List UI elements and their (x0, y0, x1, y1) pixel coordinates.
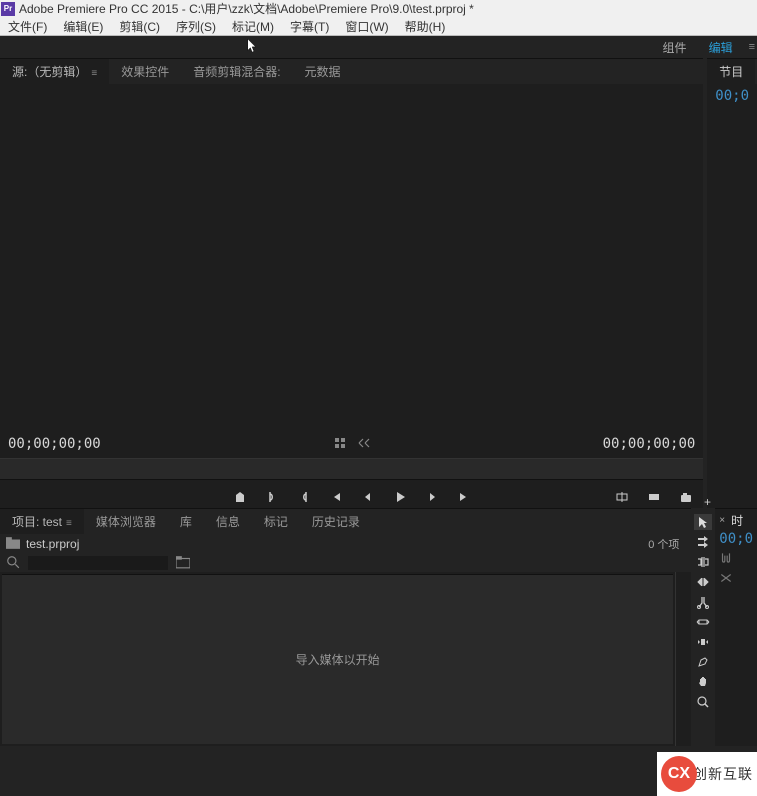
tools-panel (691, 508, 715, 746)
tab-audio-clip-mixer[interactable]: 音频剪辑混合器: (181, 59, 292, 84)
program-timecode[interactable]: 00;0 (711, 80, 753, 112)
search-icon[interactable] (6, 555, 20, 572)
tab-info[interactable]: 信息 (204, 509, 252, 534)
menu-help[interactable]: 帮助(H) (399, 17, 452, 36)
ripple-edit-tool-icon[interactable] (694, 554, 712, 570)
razor-tool-icon[interactable] (694, 594, 712, 610)
menu-sequence[interactable]: 序列(S) (170, 17, 222, 36)
item-count: 0 个项 (648, 536, 679, 552)
source-timecode-row: 00;00;00;00 00;00;00;00 (0, 430, 703, 458)
source-timecode-left[interactable]: 00;00;00;00 (8, 436, 101, 452)
source-monitor-panel: 源:（无剪辑）≡ 效果控件 音频剪辑混合器: 元数据 00;00;00;00 0… (0, 58, 703, 508)
watermark-logo-icon: CX (661, 756, 697, 792)
mark-out-icon[interactable] (297, 490, 311, 504)
program-monitor-panel: 节目 00;0 (707, 58, 757, 508)
step-back-icon[interactable] (361, 490, 375, 504)
linked-selection-icon[interactable] (719, 571, 753, 588)
menu-title[interactable]: 字幕(T) (284, 17, 335, 36)
rate-stretch-tool-icon[interactable] (694, 574, 712, 590)
timeline-timecode[interactable]: 00;0 (715, 529, 757, 549)
watermark: CX 创新互联 (657, 752, 757, 796)
insert-icon[interactable] (615, 490, 629, 504)
slip-tool-icon[interactable] (694, 614, 712, 630)
overwrite-icon[interactable] (647, 490, 661, 504)
settings-icon[interactable] (357, 436, 371, 453)
menu-window[interactable]: 窗口(W) (339, 17, 394, 36)
project-filename: test.prproj (26, 537, 79, 551)
source-scrubber[interactable] (0, 458, 703, 480)
hand-tool-icon[interactable] (694, 674, 712, 690)
slide-tool-icon[interactable] (694, 634, 712, 650)
source-transport (0, 480, 703, 508)
tab-markers[interactable]: 标记 (252, 509, 300, 534)
workspace-item-editing[interactable]: 编辑 (703, 37, 739, 58)
project-header: test.prproj 0 个项 (0, 534, 691, 554)
menu-file[interactable]: 文件(F) (2, 17, 53, 36)
bin-icon (6, 536, 20, 553)
new-bin-icon[interactable] (176, 555, 190, 572)
tab-metadata[interactable]: 元数据 (293, 59, 353, 84)
tab-program[interactable]: 节目 (707, 59, 755, 84)
workspace-bar: 组件 编辑 ≡ (0, 36, 757, 58)
timeline-panel: × 时 00;0 (715, 508, 757, 746)
source-tab-row: 源:（无剪辑）≡ 效果控件 音频剪辑混合器: 元数据 (0, 59, 703, 84)
workspace-menu-icon[interactable]: ≡ (749, 41, 755, 53)
mark-in-icon[interactable] (265, 490, 279, 504)
project-tab-row: 项目: test≡ 媒体浏览器 库 信息 标记 历史记录 (0, 509, 691, 534)
add-marker-icon[interactable] (233, 490, 247, 504)
lower-area: 项目: test≡ 媒体浏览器 库 信息 标记 历史记录 test.prproj… (0, 508, 757, 746)
selection-tool-icon[interactable] (694, 514, 712, 530)
add-button-icon[interactable]: + (704, 495, 711, 509)
step-forward-icon[interactable] (425, 490, 439, 504)
fit-icon[interactable] (333, 436, 347, 453)
snap-icon[interactable] (719, 551, 753, 568)
mouse-cursor-icon (246, 39, 260, 56)
project-search-row (0, 554, 691, 572)
import-media-hint: 导入媒体以开始 (296, 651, 380, 668)
tab-project[interactable]: 项目: test≡ (0, 509, 84, 534)
source-timecode-right[interactable]: 00;00;00;00 (603, 436, 696, 452)
tab-effect-controls[interactable]: 效果控件 (109, 59, 181, 84)
project-bin-area[interactable]: 导入媒体以开始 (2, 574, 673, 744)
tab-history[interactable]: 历史记录 (300, 509, 372, 534)
zoom-tool-icon[interactable] (694, 694, 712, 710)
pen-tool-icon[interactable] (694, 654, 712, 670)
menu-clip[interactable]: 剪辑(C) (113, 17, 166, 36)
main-area: 源:（无剪辑）≡ 效果控件 音频剪辑混合器: 元数据 00;00;00;00 0… (0, 58, 757, 508)
menu-marker[interactable]: 标记(M) (226, 17, 280, 36)
titlebar-title: Adobe Premiere Pro CC 2015 - C:\用户\zzk\文… (19, 0, 474, 17)
search-input[interactable] (28, 556, 168, 570)
watermark-text: 创新互联 (693, 764, 753, 784)
panel-menu-icon[interactable]: ≡ (66, 518, 72, 529)
panel-menu-icon[interactable]: ≡ (91, 68, 97, 79)
menu-edit[interactable]: 编辑(E) (57, 17, 109, 36)
project-panel: 项目: test≡ 媒体浏览器 库 信息 标记 历史记录 test.prproj… (0, 508, 691, 746)
menubar: 文件(F) 编辑(E) 剪辑(C) 序列(S) 标记(M) 字幕(T) 窗口(W… (0, 17, 757, 36)
titlebar: Pr Adobe Premiere Pro CC 2015 - C:\用户\zz… (0, 0, 757, 17)
tab-timeline[interactable]: 时 (731, 512, 743, 529)
project-scrollbar[interactable] (675, 572, 691, 746)
tab-source[interactable]: 源:（无剪辑）≡ (0, 59, 109, 84)
tab-libraries[interactable]: 库 (168, 509, 204, 534)
close-panel-icon[interactable]: × (719, 515, 725, 526)
source-viewer (0, 84, 703, 430)
export-frame-icon[interactable] (679, 490, 693, 504)
track-select-forward-tool-icon[interactable] (694, 534, 712, 550)
go-to-in-icon[interactable] (329, 490, 343, 504)
workspace-item-assembly[interactable]: 组件 (657, 37, 693, 58)
play-icon[interactable] (393, 490, 407, 504)
go-to-out-icon[interactable] (457, 490, 471, 504)
app-icon: Pr (1, 2, 15, 16)
tab-media-browser[interactable]: 媒体浏览器 (84, 509, 168, 534)
